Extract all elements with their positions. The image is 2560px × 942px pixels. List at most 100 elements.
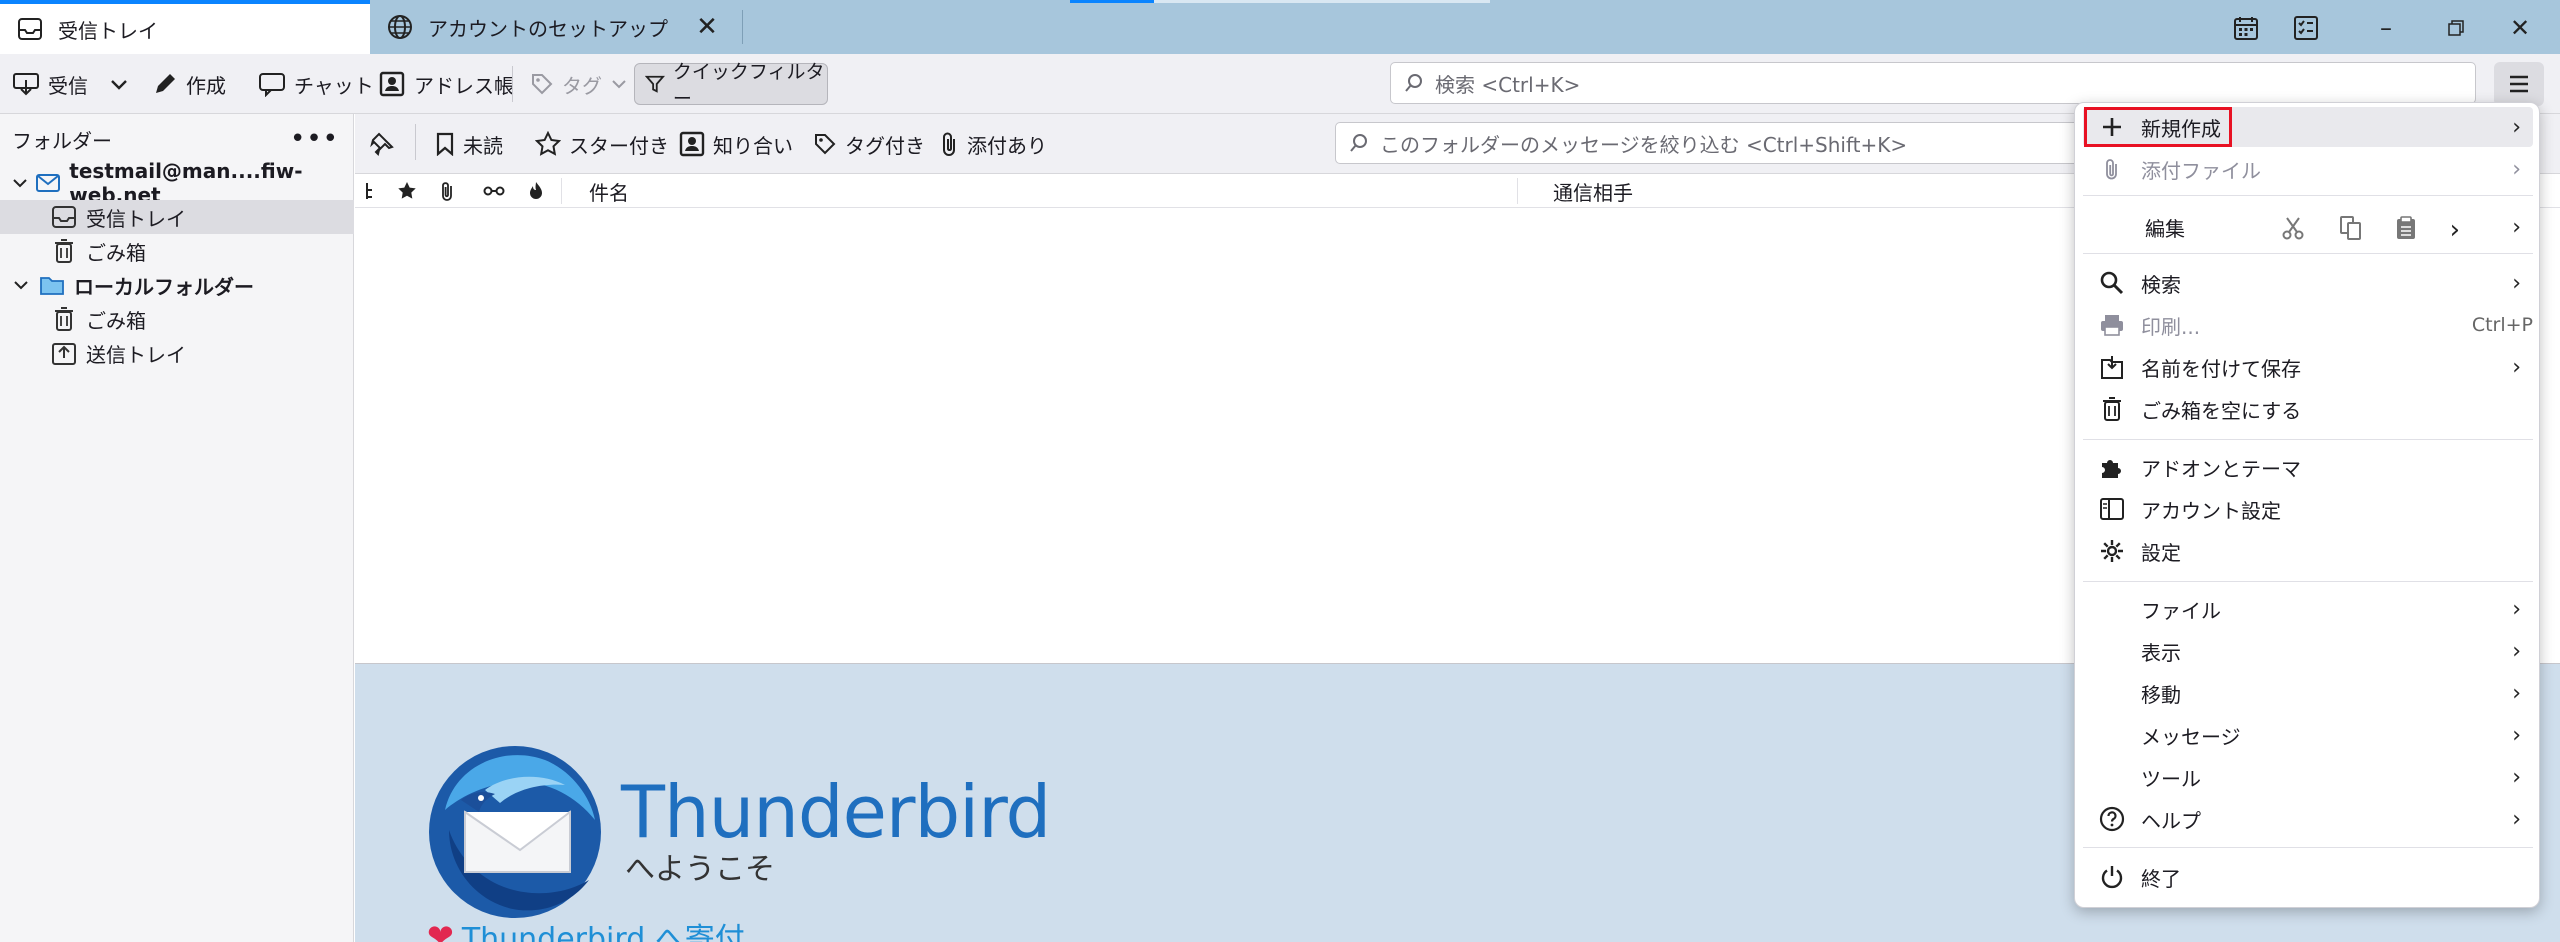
folder-pane-title: フォルダー <box>12 128 112 153</box>
menu-item-help[interactable]: ヘルプ › <box>2083 799 2533 839</box>
thread-column-icon[interactable] <box>363 178 375 204</box>
write-label: 作成 <box>186 73 226 98</box>
copy-icon[interactable] <box>2339 215 2363 246</box>
sticky-filter-button[interactable] <box>369 128 403 160</box>
filter-attachment-button[interactable]: 添付あり <box>939 128 1047 160</box>
mail-account-icon <box>35 169 61 197</box>
global-search-input[interactable]: 検索 <Ctrl+K> <box>1390 62 2476 104</box>
download-icon <box>13 73 39 96</box>
menu-item-go[interactable]: 移動 › <box>2083 673 2533 713</box>
menu-item-addons[interactable]: アドオンとテーマ <box>2083 447 2533 487</box>
menu-item-settings[interactable]: 設定 <box>2083 531 2533 571</box>
menu-item-empty-trash[interactable]: ごみ箱を空にする <box>2083 389 2533 429</box>
star-column-icon[interactable] <box>397 178 417 204</box>
quick-filter-button[interactable]: クイックフィルター <box>634 61 828 110</box>
folder-label: 送信トレイ <box>86 342 186 367</box>
menu-item-save-as[interactable]: 名前を付けて保存 › <box>2083 347 2533 387</box>
app-menu-button[interactable] <box>2494 62 2544 106</box>
attachment-column-icon[interactable] <box>439 178 455 204</box>
tab-account-setup[interactable]: アカウントのセットアップ ✕ <box>370 0 740 54</box>
menu-item-view[interactable]: 表示 › <box>2083 631 2533 671</box>
menu-label: 検索 <box>2141 272 2181 297</box>
window-close-icon[interactable]: ✕ <box>2500 8 2540 48</box>
search-icon <box>1405 74 1422 92</box>
subject-column[interactable]: 件名 <box>589 178 629 205</box>
highlight-annotation <box>2084 107 2232 147</box>
help-icon <box>2097 804 2127 834</box>
folder-label: 受信トレイ <box>86 206 186 231</box>
folder-pane: フォルダー ••• testmail@man....fiw-web.net 受信… <box>0 114 354 942</box>
calendar-icon[interactable] <box>2226 8 2266 48</box>
filter-tagged-button[interactable]: タグ付き <box>813 128 925 160</box>
menu-item-file[interactable]: ファイル › <box>2083 589 2533 629</box>
address-book-icon <box>379 71 405 97</box>
filter-contacts-label: 知り合い <box>713 133 793 158</box>
menu-item-message[interactable]: メッセージ › <box>2083 715 2533 755</box>
tag-icon <box>815 134 836 155</box>
tab-inbox[interactable]: 受信トレイ <box>0 0 370 54</box>
donate-link[interactable]: ❤ Thunderbird へ寄付 <box>427 914 745 942</box>
folder-inbox[interactable]: 受信トレイ <box>0 200 354 234</box>
folder-outbox[interactable]: 送信トレイ <box>0 336 354 370</box>
correspondent-column[interactable]: 通信相手 <box>1553 178 1633 205</box>
menu-item-attachments[interactable]: 添付ファイル › <box>2083 149 2533 189</box>
filter-contacts-button[interactable]: 知り合い <box>679 128 793 160</box>
menu-item-find[interactable]: 検索 › <box>2083 263 2533 303</box>
tag-label: タグ <box>562 73 602 98</box>
junk-column-icon[interactable] <box>527 178 545 204</box>
welcome-subtitle: へようこそ <box>625 852 775 887</box>
tab-label: 受信トレイ <box>58 18 158 43</box>
folder-account[interactable]: testmail@man....fiw-web.net <box>0 159 354 207</box>
menu-label: ごみ箱を空にする <box>2141 398 2302 423</box>
chevron-down-icon[interactable] <box>10 174 29 192</box>
filter-starred-button[interactable]: スター付き <box>535 128 669 160</box>
quick-filter-label: クイックフィルター <box>672 61 825 110</box>
folder-trash[interactable]: ごみ箱 <box>0 302 354 336</box>
printer-icon <box>2097 310 2127 340</box>
toolbar-divider <box>415 124 416 160</box>
chevron-down-icon <box>612 80 626 89</box>
menu-item-print[interactable]: 印刷... Ctrl+P <box>2083 305 2533 345</box>
menu-separator <box>2083 253 2533 254</box>
chat-button[interactable]: チャット <box>258 64 374 104</box>
chevron-right-icon: › <box>2512 156 2521 182</box>
tag-button[interactable]: タグ <box>530 64 636 104</box>
address-book-button[interactable]: アドレス帳 <box>378 64 514 104</box>
close-icon[interactable]: ✕ <box>692 12 722 42</box>
chat-icon <box>259 73 285 97</box>
tasks-icon[interactable] <box>2286 8 2326 48</box>
chevron-down-icon[interactable] <box>10 276 32 294</box>
chevron-right-icon: › <box>2512 680 2521 706</box>
get-messages-dropdown[interactable] <box>108 64 138 104</box>
minimize-icon[interactable]: – <box>2366 8 2406 48</box>
write-button[interactable]: 作成 <box>152 64 226 104</box>
tab-divider <box>742 10 743 44</box>
filter-icon <box>645 75 665 93</box>
paste-icon[interactable] <box>2395 215 2417 246</box>
restore-icon[interactable] <box>2436 8 2476 48</box>
get-messages-button[interactable]: 受信 <box>12 64 88 104</box>
edit-actions: › <box>2280 210 2460 250</box>
chevron-right-icon: › <box>2512 722 2521 748</box>
cut-icon[interactable] <box>2280 215 2306 246</box>
heart-icon: ❤ <box>427 917 454 942</box>
menu-label: 印刷... <box>2141 314 2201 339</box>
menu-label: 添付ファイル <box>2141 158 2261 183</box>
outbox-icon <box>50 339 78 367</box>
menu-label: 移動 <box>2141 682 2181 707</box>
menu-label: 名前を付けて保存 <box>2141 356 2301 381</box>
title-bar: 受信トレイ アカウントのセットアップ ✕ – ✕ <box>0 0 2560 54</box>
get-messages-label: 受信 <box>48 73 88 98</box>
menu-item-tools[interactable]: ツール › <box>2083 757 2533 797</box>
read-column-icon[interactable] <box>483 178 505 204</box>
chevron-right-icon: › <box>2512 354 2521 380</box>
menu-item-quit[interactable]: 終了 <box>2083 857 2533 897</box>
more-options-icon[interactable]: ••• <box>290 124 339 154</box>
folder-trash[interactable]: ごみ箱 <box>0 234 354 268</box>
menu-label: 編集 <box>2145 216 2185 241</box>
filter-unread-button[interactable]: 未読 <box>435 128 503 160</box>
menu-item-account-settings[interactable]: アカウント設定 <box>2083 489 2533 529</box>
folder-local[interactable]: ローカルフォルダー <box>0 268 354 302</box>
chevron-right-icon[interactable]: › <box>2450 215 2460 245</box>
menu-separator <box>2083 847 2533 848</box>
